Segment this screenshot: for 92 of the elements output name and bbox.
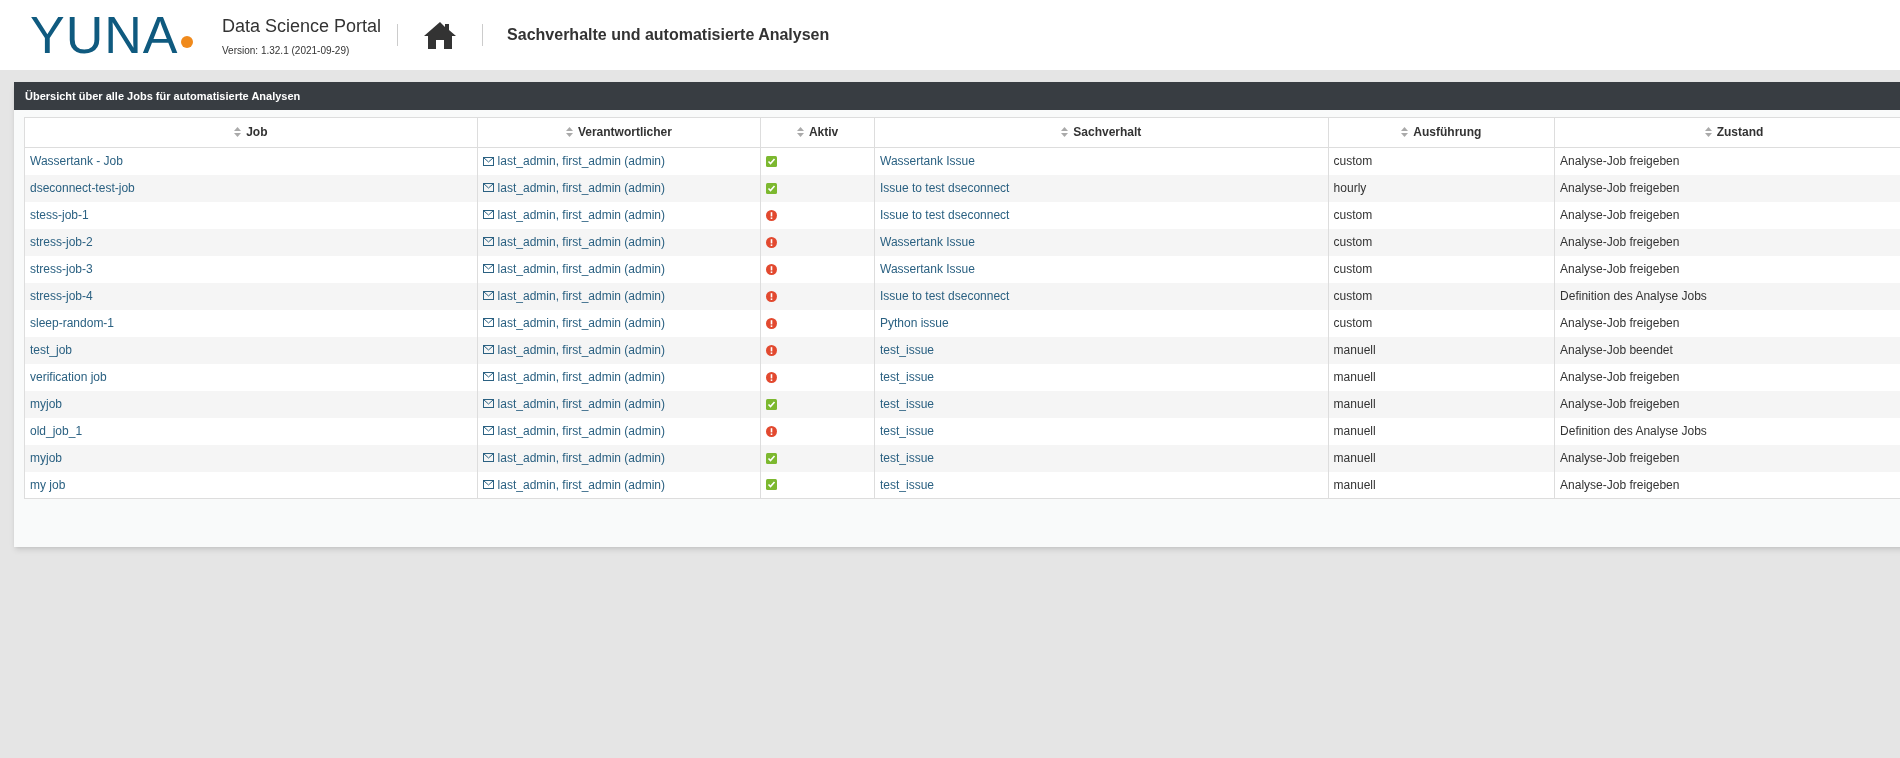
owner-link[interactable]: last_admin, first_admin (admin) (482, 475, 665, 494)
owner-link[interactable]: last_admin, first_admin (admin) (482, 205, 665, 224)
owner-link[interactable]: last_admin, first_admin (admin) (482, 286, 665, 305)
envelope-icon (482, 426, 494, 436)
issue-link[interactable]: test_issue (880, 343, 935, 357)
issue-link[interactable]: test_issue (880, 424, 935, 438)
owner-link[interactable]: last_admin, first_admin (admin) (482, 313, 665, 332)
job-link[interactable]: old_job_1 (30, 424, 83, 438)
state-text: Analyse-Job freigeben (1560, 451, 1680, 465)
state-text: Analyse-Job freigeben (1560, 262, 1680, 276)
envelope-icon (482, 453, 494, 463)
owner-link[interactable]: last_admin, first_admin (admin) (482, 421, 665, 440)
issue-link[interactable]: test_issue (880, 397, 935, 411)
owner-link[interactable]: last_admin, first_admin (admin) (482, 367, 665, 386)
issue-link[interactable]: Issue to test dseconnect (880, 208, 1010, 222)
owner-link[interactable]: last_admin, first_admin (admin) (482, 340, 665, 359)
owner-link[interactable]: last_admin, first_admin (admin) (482, 259, 665, 278)
sort-control[interactable]: Job (234, 123, 268, 141)
owner-link[interactable]: last_admin, first_admin (admin) (482, 232, 665, 251)
execution-text: manuell (1333, 477, 1376, 492)
envelope-icon (482, 210, 494, 220)
job-link[interactable]: test_job (30, 343, 73, 357)
issue-link[interactable]: Wassertank Issue (880, 262, 975, 276)
sort-icon (796, 127, 804, 137)
execution-text: hourly (1333, 181, 1367, 195)
job-link[interactable]: myjob (30, 397, 62, 411)
state-text: Analyse-Job beendet (1560, 343, 1673, 357)
job-link[interactable]: stress-job-2 (30, 235, 93, 249)
version-text: Version: 1.32.1 (2021-09-29) (222, 43, 351, 58)
sort-icon (1401, 127, 1409, 137)
state-text: Analyse-Job freigeben (1560, 154, 1680, 169)
issue-link[interactable]: test_issue (880, 370, 935, 384)
envelope-icon (482, 480, 494, 489)
issue-link[interactable]: test_issue (880, 451, 935, 465)
owner-link[interactable]: last_admin, first_admin (admin) (482, 178, 665, 197)
execution-text: custom (1333, 208, 1373, 222)
owner-link[interactable]: last_admin, first_admin (admin) (482, 448, 665, 467)
state-text: Analyse-Job freigeben (1560, 208, 1680, 222)
job-link[interactable]: Wassertank - Job (30, 154, 123, 169)
execution-text: custom (1333, 316, 1373, 330)
job-link[interactable]: my job (30, 477, 66, 492)
sort-icon (234, 127, 242, 137)
issue-link[interactable]: Issue to test dseconnect (880, 289, 1010, 303)
logo: YUNA (30, 9, 179, 61)
envelope-icon (482, 318, 494, 328)
execution-text: custom (1333, 289, 1373, 303)
state-text: Analyse-Job freigeben (1560, 370, 1680, 384)
issue-link[interactable]: test_issue (880, 477, 935, 492)
execution-text: custom (1333, 262, 1373, 276)
state-text: Definition des Analyse Jobs (1560, 289, 1707, 303)
state-text: Analyse-Job freigeben (1560, 235, 1680, 249)
issue-link[interactable]: Wassertank Issue (880, 154, 975, 169)
job-link[interactable]: dseconnect-test-job (30, 181, 135, 195)
job-link[interactable]: stress-job-3 (30, 262, 93, 276)
issue-link[interactable]: Wassertank Issue (880, 235, 975, 249)
job-link[interactable]: verification job (30, 370, 107, 384)
panel-title: Übersicht über alle Jobs für automatisierte Analysen (14, 82, 1900, 110)
state-text: Analyse-Job freigeben (1560, 181, 1680, 195)
envelope-icon (482, 345, 494, 355)
execution-text: manuell (1333, 451, 1376, 465)
sort-icon (1704, 127, 1712, 137)
job-link[interactable]: sleep-random-1 (30, 316, 115, 330)
owner-link[interactable]: last_admin, first_admin (admin) (482, 152, 665, 170)
execution-text: custom (1333, 235, 1373, 249)
envelope-icon (482, 183, 494, 193)
sort-icon (1061, 127, 1069, 137)
job-link[interactable]: stess-job-1 (30, 208, 89, 222)
execution-text: manuell (1333, 370, 1376, 384)
sort-control[interactable]: Sachverhalt (1061, 123, 1142, 141)
state-text: Analyse-Job freigeben (1560, 397, 1680, 411)
state-text: Analyse-Job freigeben (1560, 316, 1680, 330)
state-text: Definition des Analyse Jobs (1560, 424, 1707, 438)
job-link[interactable]: myjob (30, 451, 62, 465)
execution-text: manuell (1333, 424, 1376, 438)
issue-link[interactable]: Issue to test dseconnect (880, 181, 1010, 195)
page-title: Sachverhalte und automatisierte Analysen (507, 25, 830, 45)
owner-link[interactable]: last_admin, first_admin (admin) (482, 394, 665, 413)
sort-icon (565, 127, 573, 137)
sort-control[interactable]: Zustand (1704, 123, 1764, 141)
envelope-icon (482, 237, 494, 247)
job-link[interactable]: stress-job-4 (30, 289, 93, 303)
state-text: Analyse-Job freigeben (1560, 477, 1680, 492)
envelope-icon (482, 291, 494, 301)
envelope-icon (482, 399, 494, 409)
execution-text: manuell (1333, 397, 1376, 411)
execution-text: custom (1333, 154, 1373, 169)
app-name: Data Science Portal (222, 14, 382, 38)
envelope-icon (482, 264, 494, 274)
envelope-icon (482, 372, 494, 382)
envelope-icon (482, 156, 494, 166)
execution-text: manuell (1333, 343, 1376, 357)
issue-link[interactable]: Python issue (880, 316, 949, 330)
